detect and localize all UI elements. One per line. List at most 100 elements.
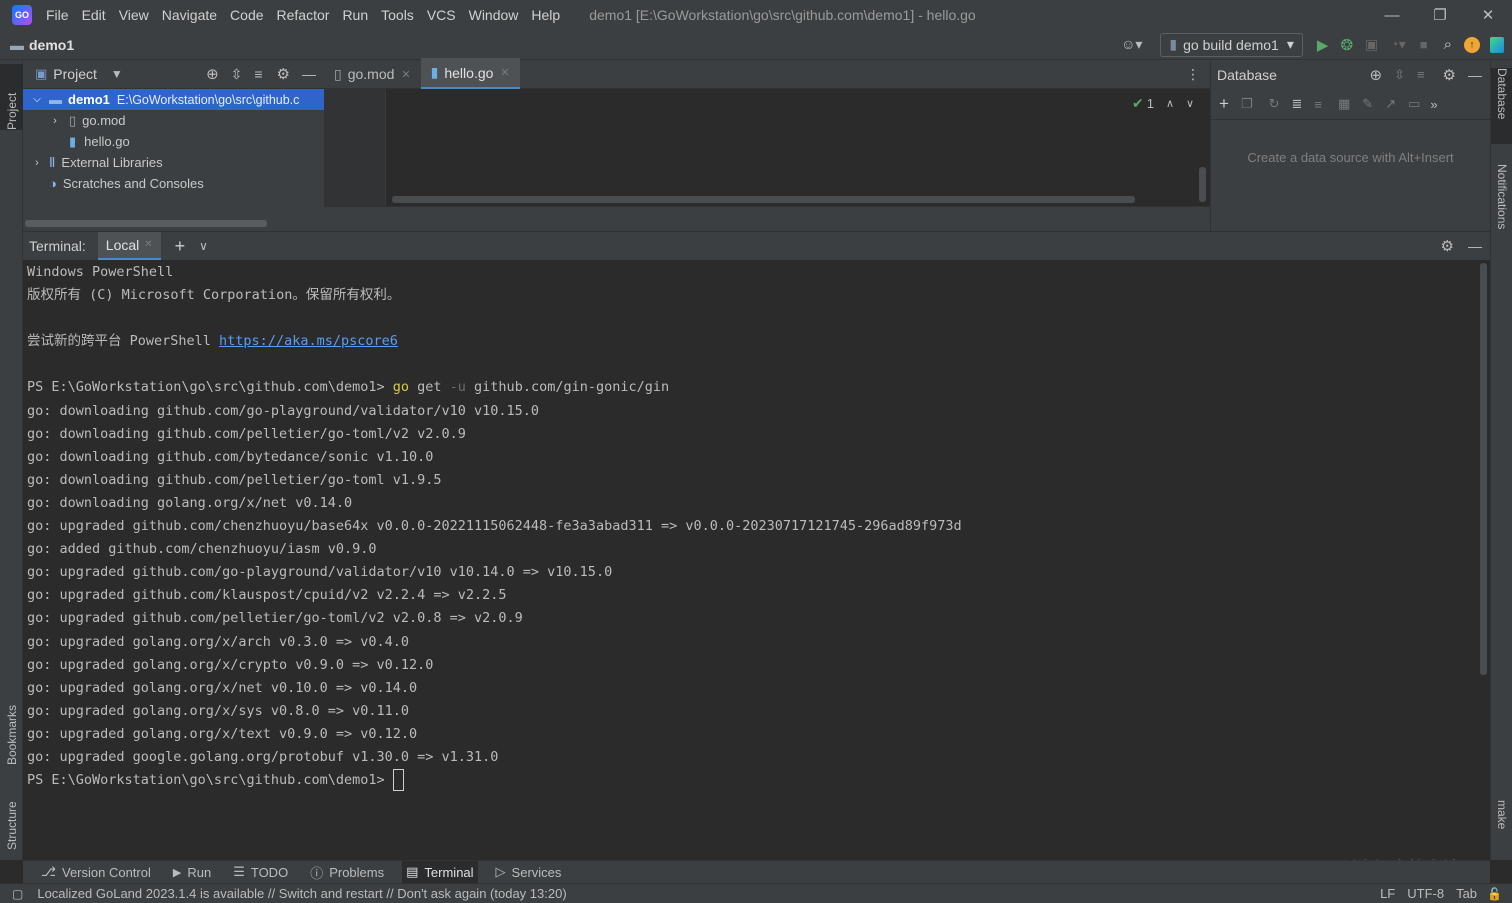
menu-file[interactable]: File bbox=[46, 7, 69, 23]
expand-all-icon[interactable]: ⇳ bbox=[1394, 67, 1405, 83]
status-line-separator[interactable]: LF bbox=[1380, 886, 1395, 901]
chevron-right-icon[interactable]: › bbox=[31, 157, 43, 169]
horizontal-scrollbar[interactable] bbox=[25, 220, 267, 227]
debug-icon[interactable]: ❂ bbox=[1340, 36, 1353, 54]
terminal-line: go: upgraded github.com/klauspost/cpuid/… bbox=[27, 587, 507, 604]
menu-help[interactable]: Help bbox=[531, 7, 560, 23]
status-encoding[interactable]: UTF-8 bbox=[1407, 886, 1444, 901]
tool-services[interactable]: ▷ Services bbox=[492, 861, 566, 884]
chevron-up-icon[interactable]: ∧ bbox=[1166, 97, 1174, 110]
minimize-icon[interactable]: — bbox=[1368, 7, 1416, 24]
menu-refactor[interactable]: Refactor bbox=[277, 7, 330, 23]
main-menu: File Edit View Navigate Code Refactor Ru… bbox=[46, 7, 573, 23]
tool-terminal[interactable]: ▤ Terminal bbox=[402, 860, 478, 884]
menu-view[interactable]: View bbox=[119, 7, 149, 23]
console-icon[interactable]: ▭ bbox=[1408, 96, 1420, 112]
run-icon[interactable]: ▶ bbox=[1317, 36, 1329, 54]
editor-splitter[interactable] bbox=[324, 206, 1210, 231]
close-tab-icon[interactable]: ✕ bbox=[500, 66, 509, 79]
chevron-right-icon[interactable]: › bbox=[49, 115, 61, 127]
jump-icon[interactable]: ↗ bbox=[1385, 96, 1396, 112]
plugin-logo-icon[interactable] bbox=[1490, 36, 1504, 53]
tool-version-control[interactable]: ⎇ Version Control bbox=[37, 861, 155, 884]
stripe-bookmarks-button[interactable]: Bookmarks bbox=[0, 675, 23, 765]
command-flag: -u bbox=[449, 379, 466, 396]
tool-todo[interactable]: ☰ TODO bbox=[229, 861, 292, 884]
stop-icon[interactable]: ■ bbox=[1420, 37, 1428, 52]
menu-edit[interactable]: Edit bbox=[82, 7, 106, 23]
tool-run[interactable]: ▶ Run bbox=[169, 861, 215, 884]
menu-code[interactable]: Code bbox=[230, 7, 263, 23]
chevron-down-icon[interactable]: ⌵ bbox=[31, 94, 43, 105]
terminal-line: go: upgraded github.com/go-playground/va… bbox=[27, 564, 613, 581]
more-icon[interactable]: » bbox=[1430, 97, 1437, 112]
hide-icon[interactable]: — bbox=[1468, 67, 1482, 83]
refresh-icon[interactable]: ↻ bbox=[1269, 96, 1280, 112]
add-icon[interactable]: + bbox=[1219, 94, 1229, 114]
profile-icon[interactable]: ◔▾ bbox=[1390, 36, 1405, 53]
collapse-all-icon[interactable]: ≡ bbox=[254, 66, 262, 82]
gear-icon[interactable]: ⚙ bbox=[1441, 237, 1454, 255]
stripe-notifications-button[interactable]: Notifications bbox=[1491, 164, 1512, 256]
collapse-all-icon[interactable]: ≡ bbox=[1417, 67, 1425, 82]
stripe-database-button[interactable]: Database bbox=[1491, 68, 1512, 144]
search-icon[interactable]: ⌕ bbox=[1444, 36, 1452, 53]
stripe-make-button[interactable]: make bbox=[1491, 800, 1512, 850]
command-name: go bbox=[392, 379, 410, 396]
tree-item-scratches[interactable]: ◑ Scratches and Consoles bbox=[23, 173, 324, 194]
project-panel-title[interactable]: Project bbox=[53, 66, 97, 82]
vertical-scrollbar[interactable] bbox=[1199, 167, 1206, 202]
menu-tools[interactable]: Tools bbox=[381, 7, 414, 23]
user-icon[interactable]: ☺▾ bbox=[1121, 36, 1142, 53]
gear-icon[interactable]: ⚙ bbox=[1443, 66, 1456, 84]
inspection-widget[interactable]: ✔ 1 ∧ ∨ bbox=[1132, 95, 1194, 111]
powershell-link[interactable]: https://aka.ms/pscore6 bbox=[219, 333, 398, 349]
more-icon[interactable]: ⋮ bbox=[1186, 66, 1200, 83]
close-tab-icon[interactable]: ✕ bbox=[401, 68, 410, 81]
properties-icon[interactable]: ≡ bbox=[1314, 97, 1322, 112]
tree-item-go-mod[interactable]: › ▯ go.mod bbox=[23, 110, 324, 131]
locate-icon[interactable]: ⊕ bbox=[206, 65, 219, 83]
tree-item-external-libraries[interactable]: › Ⅱ External Libraries bbox=[23, 152, 324, 173]
hide-icon[interactable]: — bbox=[1468, 238, 1482, 254]
stripe-structure-button[interactable]: Structure bbox=[0, 775, 23, 850]
code-editor[interactable]: ✔ 1 ∧ ∨ bbox=[324, 89, 1210, 206]
status-indent[interactable]: Tab bbox=[1456, 886, 1477, 901]
close-tab-icon[interactable]: ✕ bbox=[144, 239, 152, 250]
copy-icon[interactable]: ❐ bbox=[1241, 96, 1253, 112]
menu-run[interactable]: Run bbox=[342, 7, 368, 23]
add-tab-icon[interactable]: + bbox=[175, 236, 186, 257]
tab-go-mod[interactable]: ▯ go.mod ✕ bbox=[324, 60, 421, 89]
horizontal-scrollbar[interactable] bbox=[392, 196, 1135, 203]
chevron-down-icon[interactable]: ∨ bbox=[1186, 97, 1194, 110]
schema-icon[interactable]: ≣ bbox=[1292, 96, 1303, 112]
close-icon[interactable]: ✕ bbox=[1464, 6, 1512, 24]
locate-icon[interactable]: ⊕ bbox=[1369, 66, 1382, 84]
menu-navigate[interactable]: Navigate bbox=[162, 7, 217, 23]
expand-all-icon[interactable]: ⇳ bbox=[231, 66, 243, 83]
tool-problems[interactable]: ⓘ Problems bbox=[306, 861, 388, 884]
edit-icon[interactable]: ✎ bbox=[1362, 96, 1373, 112]
chevron-down-icon[interactable]: ▼ bbox=[111, 67, 123, 81]
coverage-icon[interactable]: ▣ bbox=[1365, 36, 1378, 53]
hide-icon[interactable]: — bbox=[302, 66, 316, 82]
stripe-project-button[interactable]: Project bbox=[0, 64, 23, 130]
tab-hello-go[interactable]: ▮ hello.go ✕ bbox=[420, 58, 520, 90]
tree-item-demo1[interactable]: ⌵ ▬ demo1 E:\GoWorkstation\go\src\github… bbox=[23, 89, 324, 110]
status-message[interactable]: Localized GoLand 2023.1.4 is available /… bbox=[37, 886, 566, 901]
run-configuration-selector[interactable]: ▮ go build demo1 ▾ bbox=[1160, 32, 1303, 57]
gear-icon[interactable]: ⚙ bbox=[277, 65, 290, 83]
update-icon[interactable]: ↑ bbox=[1464, 36, 1480, 53]
menu-vcs[interactable]: VCS bbox=[427, 7, 456, 23]
terminal-tab-local[interactable]: Local ✕ bbox=[97, 231, 161, 261]
tree-item-hello-go[interactable]: ▮ hello.go bbox=[23, 131, 324, 152]
terminal-output[interactable]: Windows PowerShell 版权所有 (C) Microsoft Co… bbox=[23, 260, 1490, 879]
table-icon[interactable]: ▦ bbox=[1338, 96, 1350, 112]
vertical-scrollbar[interactable] bbox=[1480, 263, 1487, 675]
restore-icon[interactable]: ❐ bbox=[1416, 6, 1464, 24]
lock-icon[interactable]: 🔓 bbox=[1487, 887, 1502, 901]
chevron-down-icon[interactable]: ∨ bbox=[199, 239, 208, 253]
menu-window[interactable]: Window bbox=[469, 7, 519, 23]
toggle-tool-windows-icon[interactable]: ▢ bbox=[12, 887, 23, 901]
breadcrumb-project[interactable]: demo1 bbox=[29, 37, 74, 53]
